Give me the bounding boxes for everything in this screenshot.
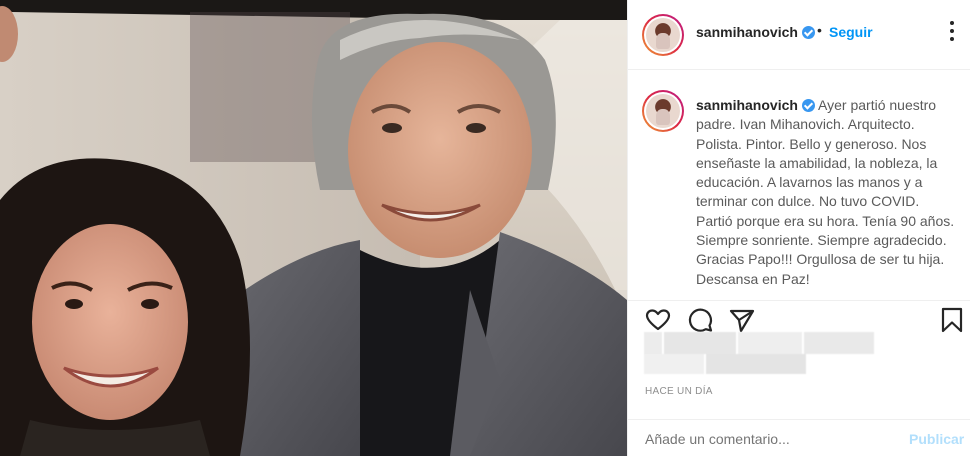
caption-avatar[interactable] — [642, 90, 684, 132]
post-header: sanmihanovich • Seguir — [628, 0, 970, 70]
bookmark-icon[interactable] — [938, 306, 966, 334]
caption-text: Ayer partió nuestro padre. Ivan Mihanovi… — [696, 97, 955, 287]
likes-redacted — [644, 332, 874, 374]
post-image — [0, 0, 627, 456]
post-photo[interactable] — [0, 0, 627, 456]
share-icon[interactable] — [728, 306, 756, 334]
more-options-icon[interactable] — [942, 20, 962, 42]
comment-icon[interactable] — [686, 306, 714, 334]
post-caption: sanmihanovich Ayer partió nuestro padre.… — [696, 96, 958, 289]
verified-badge-icon — [801, 26, 815, 39]
comment-bar: Publicar — [628, 419, 970, 456]
header-username-text[interactable]: sanmihanovich — [696, 24, 798, 40]
comment-input[interactable] — [645, 431, 885, 447]
header-username[interactable]: sanmihanovich — [696, 24, 815, 40]
caption-username[interactable]: sanmihanovich — [696, 97, 798, 113]
follow-button[interactable]: Seguir — [829, 24, 873, 40]
publish-button[interactable]: Publicar — [909, 431, 964, 447]
post-side-panel: sanmihanovich • Seguir sanmihanovich Aye… — [627, 0, 970, 456]
heart-icon[interactable] — [644, 306, 672, 334]
verified-badge-icon — [801, 99, 815, 112]
avatar[interactable] — [642, 14, 684, 56]
separator-dot: • — [817, 22, 822, 38]
post-timestamp[interactable]: HACE UN DÍA — [645, 386, 713, 397]
